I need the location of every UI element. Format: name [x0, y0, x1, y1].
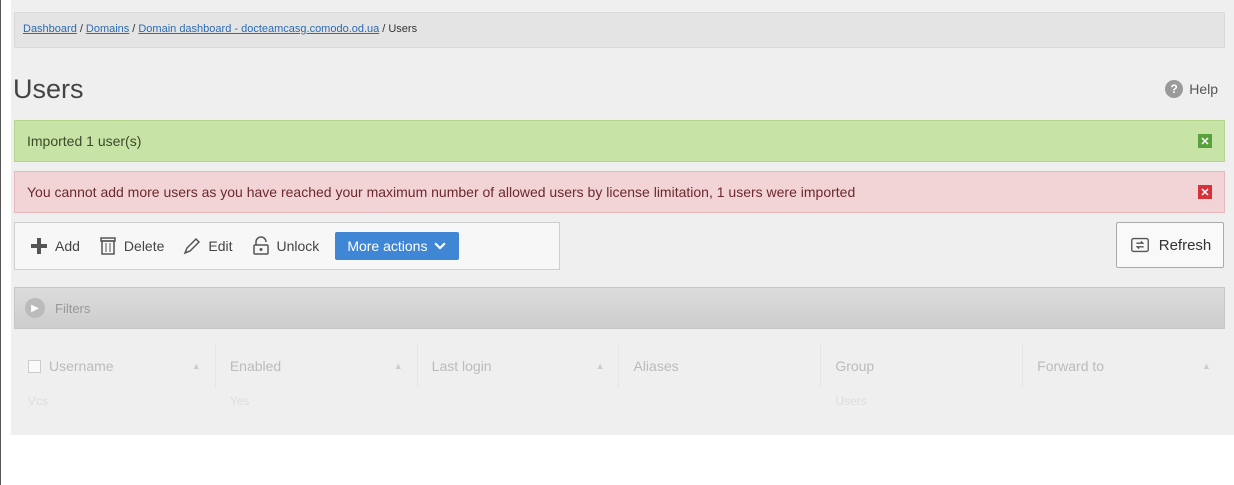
cell-aliases	[619, 390, 821, 430]
sort-icon: ▲	[393, 361, 403, 371]
column-label: Last login	[431, 358, 492, 374]
breadcrumb-separator: /	[382, 23, 386, 35]
unlock-icon	[252, 236, 269, 255]
trash-icon	[100, 237, 116, 255]
column-last-login[interactable]: Last login ▲	[418, 344, 620, 388]
column-group[interactable]: Group	[821, 344, 1024, 388]
unlock-label: Unlock	[276, 238, 320, 254]
close-icon[interactable]: ✕	[1198, 134, 1212, 148]
success-alert-text: Imported 1 user(s)	[27, 133, 142, 149]
window-frame: Dashboard / Domains / Domain dashboard - doc…	[0, 0, 1234, 485]
breadcrumb: Dashboard / Domains / Domain dashboard - doc…	[14, 12, 1225, 48]
help-icon: ?	[1165, 80, 1184, 98]
breadcrumb-dashboard-link[interactable]: Dashboard	[23, 23, 77, 35]
delete-label: Delete	[123, 238, 165, 254]
breadcrumb-domains-link[interactable]: Domains	[86, 23, 129, 35]
column-label: Aliases	[633, 358, 679, 374]
edit-label: Edit	[208, 238, 233, 254]
sort-icon: ▲	[1202, 361, 1211, 371]
cell-username: Vcs	[28, 394, 49, 408]
refresh-button[interactable]: Refresh	[1116, 222, 1224, 268]
add-label: Add	[55, 238, 80, 254]
delete-button[interactable]: Delete	[90, 229, 172, 263]
breadcrumb-current: Users	[388, 23, 418, 35]
column-forward-to[interactable]: Forward to ▲	[1023, 344, 1225, 388]
more-actions-label: More actions	[347, 238, 428, 254]
column-label: Username	[49, 358, 114, 374]
chevron-right-icon: ▶	[25, 298, 45, 318]
more-actions-button[interactable]: More actions	[335, 232, 460, 260]
add-button[interactable]: Add	[21, 229, 88, 263]
table-row[interactable]: Vcs Yes Users	[14, 390, 1225, 430]
cell-enabled: Yes	[229, 394, 250, 408]
refresh-icon	[1130, 237, 1149, 253]
breadcrumb-separator: /	[132, 23, 136, 35]
unlock-button[interactable]: Unlock	[243, 229, 328, 263]
edit-button[interactable]: Edit	[174, 229, 240, 263]
page-title: Users	[13, 74, 84, 104]
column-enabled[interactable]: Enabled ▲	[216, 344, 418, 388]
breadcrumb-separator: /	[79, 23, 83, 35]
filters-panel-toggle[interactable]: ▶ Filters	[14, 287, 1225, 329]
sort-icon: ▲	[595, 361, 605, 371]
plus-icon	[31, 238, 47, 254]
cell-forward-to	[1023, 390, 1225, 430]
column-label: Group	[835, 358, 875, 374]
select-all-checkbox[interactable]	[28, 359, 41, 373]
users-table-header: Username ▲ Enabled ▲ Last login ▲ Aliase…	[14, 344, 1225, 388]
filters-label: Filters	[55, 300, 91, 316]
cell-last-login	[418, 390, 620, 430]
column-label: Forward to	[1037, 358, 1105, 374]
refresh-label: Refresh	[1158, 236, 1212, 254]
users-toolbar: Add Delete Edit Unlock More actions	[14, 222, 560, 270]
error-alert: You cannot add more users as you have re…	[14, 171, 1225, 213]
help-button[interactable]: ? Help	[1165, 80, 1218, 98]
column-aliases[interactable]: Aliases	[619, 344, 822, 388]
cell-group: Users	[835, 394, 867, 408]
column-username[interactable]: Username ▲	[14, 344, 216, 388]
help-label: Help	[1189, 81, 1218, 97]
pencil-icon	[184, 237, 201, 255]
success-alert: Imported 1 user(s) ✕	[14, 120, 1225, 162]
chevron-down-icon	[434, 242, 447, 250]
column-label: Enabled	[229, 358, 282, 374]
error-alert-text: You cannot add more users as you have re…	[27, 184, 856, 200]
close-icon[interactable]: ✕	[1198, 185, 1212, 199]
sort-icon: ▲	[191, 361, 201, 371]
breadcrumb-domain-dashboard-link[interactable]: Domain dashboard - docteamcasg.comodo.od…	[138, 23, 379, 35]
